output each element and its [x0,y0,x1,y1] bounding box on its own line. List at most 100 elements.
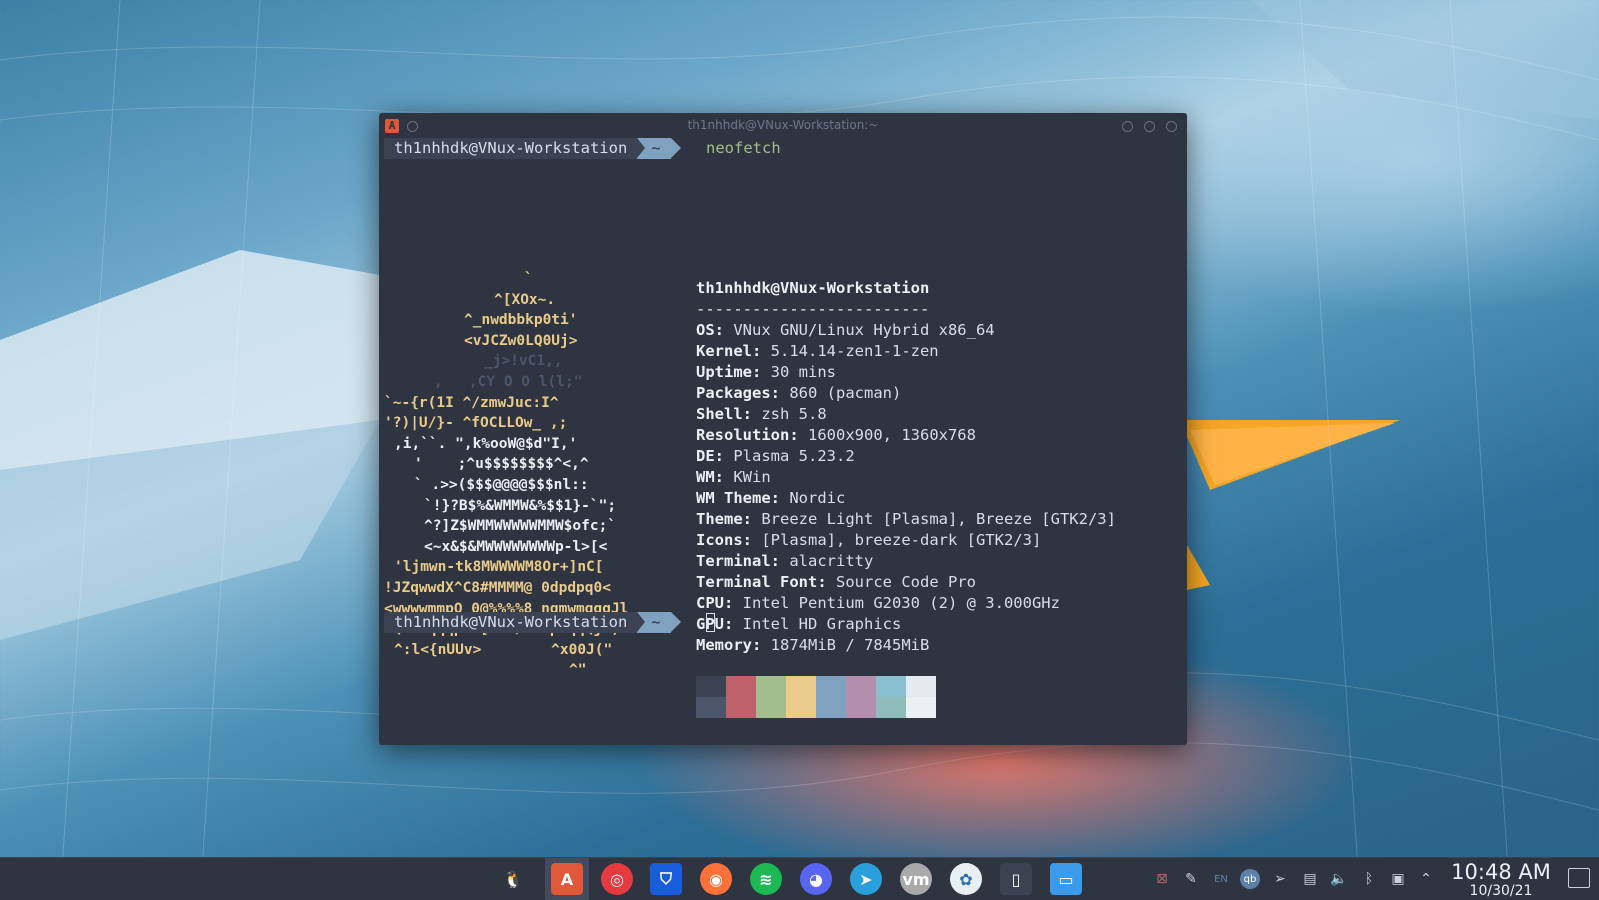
info-value: zsh 5.8 [761,405,827,423]
taskbar: 🐧 A ◎ ⛉ ◉ ≋ ◕ ➤ vm ✿ ▯ ▭ ⊠ ✎ EN qb ➢ ▤ 🔈 ᛒ ▣ ⌃ 10:48 AM 10/3… [0,857,1599,900]
info-row: WM Theme: Nordic [696,489,846,507]
volume-tray-icon[interactable]: 🔈 [1329,869,1349,889]
qbittorrent-tray-icon[interactable]: qb [1240,869,1260,889]
info-value: Nordic [789,489,846,507]
palette-swatch [696,697,726,718]
info-value: Intel HD Graphics [742,615,902,633]
info-label: Packages [696,384,771,402]
info-row: Resolution: 1600x900, 1360x768 [696,426,976,444]
info-row: Kernel: 5.14.14-zen1-1-zen [696,342,939,360]
ascii-line: <vJCZw0LQ0Uj> [464,332,578,349]
info-label: Shell [696,405,743,423]
prompt-user: th1nhhdk@VNux-Workstation [384,612,638,633]
info-label: Terminal [696,552,771,570]
info-row: DE: Plasma 5.23.2 [696,447,855,465]
info-row: CPU: Intel Pentium G2030 (2) @ 3.000GHz [696,594,1060,612]
minimize-button[interactable] [1122,121,1133,132]
telegram-tray-icon[interactable]: ➢ [1270,869,1290,889]
info-row: Terminal Font: Source Code Pro [696,573,976,591]
expand-tray-icon[interactable]: ⌃ [1416,869,1436,889]
ascii-line: '?)|U/}- ^fOCLLOw_ ,; [384,415,568,432]
ascii-line: ` [524,271,533,287]
info-value: 1874MiB / 7845MiB [770,636,930,654]
window-titlebar[interactable]: A th1nhhdk@VNux-Workstation:~ [379,113,1187,139]
discord-icon[interactable]: ◕ [800,863,832,895]
palette-swatch [816,676,846,697]
palette-swatch [816,697,846,718]
bitwarden-icon[interactable]: ⛉ [650,863,682,895]
spotify-icon[interactable]: ≋ [750,863,782,895]
info-value: 5.14.14-zen1-1-zen [770,342,939,360]
palette-swatch [906,676,936,697]
info-row: WM: KWin [696,468,771,486]
palette-swatch [846,676,876,697]
info-value: Plasma 5.23.2 [733,447,855,465]
ascii-line: _j>!vC1,, [484,353,563,370]
tux-icon[interactable]: 🐧 [497,863,529,895]
ascii-line: 'ljmwn-tk8MWWWWM8Or+]nC[ [394,559,604,576]
info-label: OS [696,321,715,339]
krita-icon[interactable]: ✿ [950,863,982,895]
ascii-line: ^" [569,662,587,679]
ascii-line: ^?]Z$WMMWWWWWMMW$ofc;` [424,518,617,535]
error-tray-icon[interactable]: ⊠ [1152,869,1172,889]
info-value: [Plasma], breeze-dark [GTK2/3] [761,531,1042,549]
info-row: Theme: Breeze Light [Plasma], Breeze [GT… [696,510,1116,528]
info-value: VNux GNU/Linux Hybrid x86_64 [733,321,995,339]
text-cursor[interactable] [706,613,715,632]
system-info: th1nhhdk@VNux-Workstation --------------… [696,278,1116,656]
terminal-window[interactable]: A th1nhhdk@VNux-Workstation:~ th1nhhdk@V… [379,113,1187,745]
ascii-line: !JZqwwdX^C8#MMMM@ 0dpdpq0< [384,580,611,596]
ascii-line: `!}?B$%&WMMW&%$$1}-`"; [424,497,617,514]
info-row: Icons: [Plasma], breeze-dark [GTK2/3] [696,531,1042,549]
brush-tray-icon[interactable]: ✎ [1181,869,1201,889]
alacritty-icon[interactable]: A [551,863,583,895]
bluetooth-tray-icon[interactable]: ᛒ [1359,869,1379,889]
telegram-icon[interactable]: ➤ [850,863,882,895]
files-icon[interactable]: ▭ [1050,863,1082,895]
info-value: KWin [733,468,771,486]
ascii-line: ^[XOx~. [494,291,556,308]
palette-swatch [756,676,786,697]
info-value: 860 (pacman) [789,384,902,402]
palette-swatch [726,676,756,697]
info-label: WM Theme [696,489,771,507]
shell-prompt-current: th1nhhdk@VNux-Workstation ~ [384,612,682,633]
clipboard-tray-icon[interactable]: ▤ [1300,869,1320,889]
authy-icon[interactable]: ◎ [601,863,633,895]
vmware-icon[interactable]: vm [900,863,932,895]
info-label: WM [696,468,715,486]
maximize-button[interactable] [1144,121,1155,132]
ascii-line: `~-{r(1I ^/zmwJuc:I^ [384,394,559,411]
ascii-line: ^:l<{nUUv> ^x00J(" [394,641,613,658]
info-row: GPU: Intel HD Graphics [696,615,902,633]
show-desktop-button[interactable] [1568,868,1590,888]
info-label: Memory [696,636,752,654]
shell-prompt: th1nhhdk@VNux-Workstation ~ [384,138,682,159]
palette-swatch [906,697,936,718]
prompt-user: th1nhhdk@VNux-Workstation [384,138,638,159]
typed-command: neofetch [706,139,781,157]
info-label: Icons [696,531,743,549]
info-label: DE [696,447,715,465]
network-tray-icon[interactable]: ▣ [1388,869,1408,889]
kdeconnect-icon[interactable]: ▯ [1000,863,1032,895]
palette-swatch [786,676,816,697]
info-label: Theme [696,510,743,528]
info-value: Intel Pentium G2030 (2) @ 3.000GHz [742,594,1060,612]
ascii-line: ` .>>($$$@@@@$$$nl:: [414,477,589,493]
clock-time[interactable]: 10:48 AM [1446,860,1556,884]
info-label: Resolution [696,426,790,444]
firefox-icon[interactable]: ◉ [700,863,732,895]
color-palette [696,676,937,718]
ascii-line: <~x&$&MWWWWWWWWp-l>[< [424,538,608,555]
close-button[interactable] [1166,121,1177,132]
info-value: Breeze Light [Plasma], Breeze [GTK2/3] [761,510,1116,528]
prompt-directory: ~ [637,612,682,633]
clock-date[interactable]: 10/30/21 [1446,883,1556,899]
ascii-line: ^_nwdbbkp0ti' [464,312,578,329]
palette-swatch [876,676,906,697]
keyboard-layout-tray-icon[interactable]: EN [1211,869,1231,889]
info-row: Memory: 1874MiB / 7845MiB [696,636,930,654]
info-value: 1600x900, 1360x768 [808,426,976,444]
